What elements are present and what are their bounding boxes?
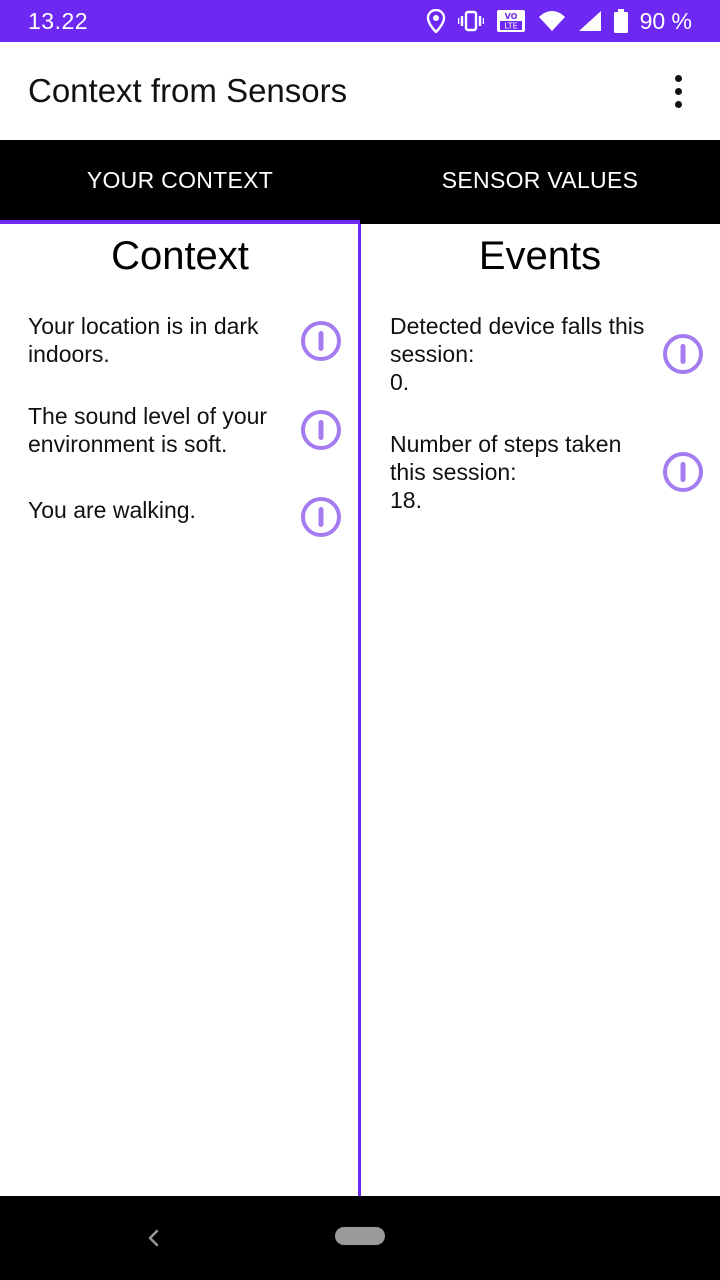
cellular-signal-icon <box>578 10 602 32</box>
battery-percent: 90 % <box>639 7 692 34</box>
context-panel: Context Your location is in dark indoors… <box>0 224 360 1196</box>
volte-icon: VO LTE <box>496 9 526 33</box>
battery-icon <box>613 9 628 33</box>
home-pill-icon[interactable] <box>335 1227 385 1245</box>
context-item-text: The sound level of your environment is s… <box>28 403 268 457</box>
events-title: Events <box>478 234 602 278</box>
context-item-location: Your location is in dark indoors. <box>28 310 350 370</box>
svg-text:VO: VO <box>504 12 517 21</box>
nav-bar <box>0 1196 720 1280</box>
events-item-text: Number of steps taken this session: 18. <box>390 431 622 513</box>
tab-your-context[interactable]: YOUR CONTEXT <box>0 140 360 224</box>
back-icon[interactable] <box>140 1220 168 1256</box>
app-title: Context from Sensors <box>28 72 348 109</box>
tab-bar: YOUR CONTEXT SENSOR VALUES <box>0 140 720 224</box>
status-icons: VO LTE 90 % <box>426 0 692 42</box>
tab-label: YOUR CONTEXT <box>86 166 274 193</box>
info-icon[interactable] <box>300 496 342 538</box>
status-time: 13.22 <box>28 7 89 34</box>
context-title: Context <box>111 234 249 278</box>
context-item-text: Your location is in dark indoors. <box>28 313 259 367</box>
context-item-sound: The sound level of your environment is s… <box>28 400 350 460</box>
events-panel: Events Detected device falls this sessio… <box>360 224 720 1196</box>
more-vert-icon[interactable] <box>658 61 698 121</box>
info-icon[interactable] <box>300 320 342 362</box>
info-icon[interactable] <box>662 333 704 375</box>
context-item-activity: You are walking. <box>28 490 350 537</box>
wifi-icon <box>538 10 566 32</box>
events-item-falls: Detected device falls this session: 0. <box>390 310 710 398</box>
location-icon <box>426 9 446 33</box>
content-area: Context Your location is in dark indoors… <box>0 224 720 1196</box>
tab-sensor-values[interactable]: SENSOR VALUES <box>360 140 720 224</box>
app-bar: Context from Sensors <box>0 42 720 140</box>
context-item-text: You are walking. <box>28 497 196 523</box>
svg-text:LTE: LTE <box>504 22 517 31</box>
info-icon[interactable] <box>300 409 342 451</box>
events-item-steps: Number of steps taken this session: 18. <box>390 428 710 516</box>
status-bar: 13.22 VO LTE 90 % <box>0 0 720 42</box>
info-icon[interactable] <box>662 451 704 493</box>
tab-label: SENSOR VALUES <box>441 166 639 193</box>
events-item-text: Detected device falls this session: 0. <box>390 313 645 395</box>
vibrate-icon <box>457 10 484 32</box>
